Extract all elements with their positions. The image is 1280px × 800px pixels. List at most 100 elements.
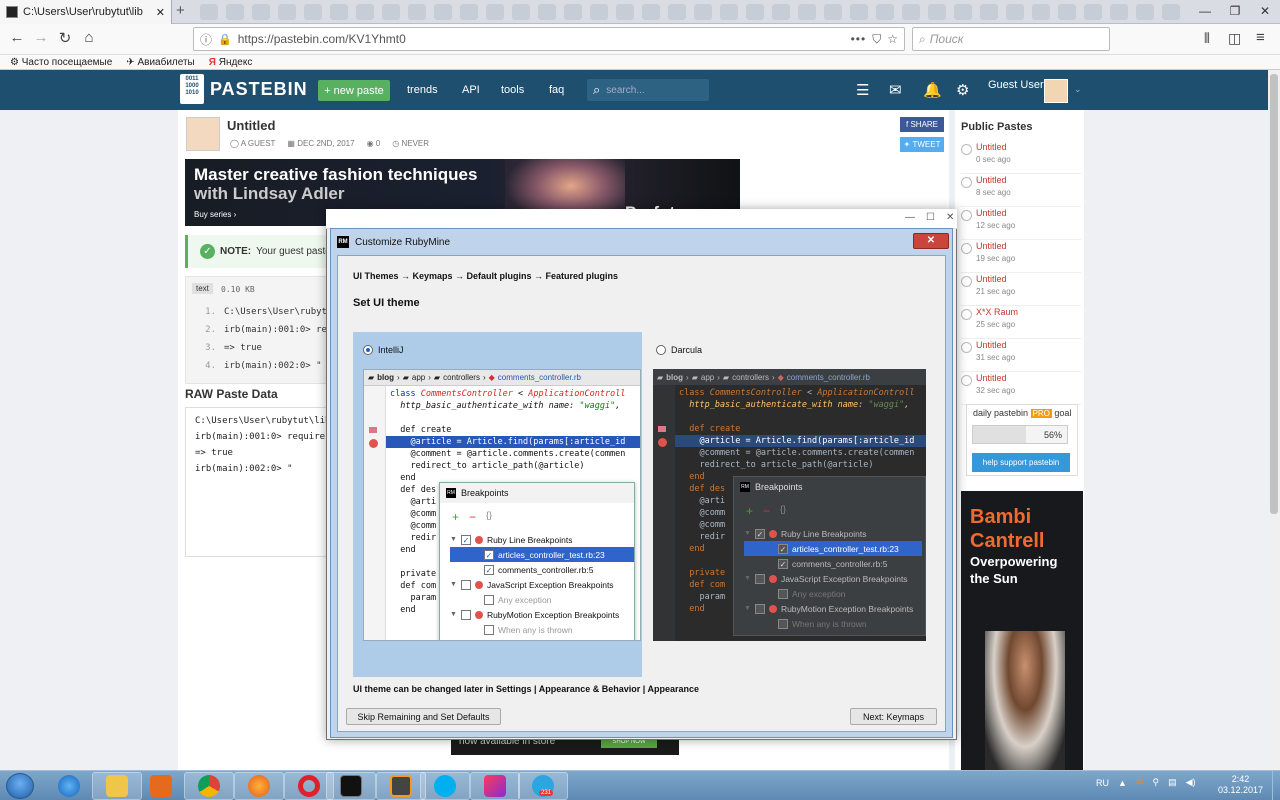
tab-favicon[interactable]	[226, 4, 244, 20]
add-icon[interactable]: +	[452, 510, 459, 524]
taskbar-skype[interactable]	[420, 772, 470, 800]
tab-favicon[interactable]	[252, 4, 270, 20]
banner-cta[interactable]: Buy series ›	[194, 210, 236, 219]
tab-favicon[interactable]	[434, 4, 452, 20]
bp-group-ruby[interactable]: ▼ ✓ Ruby Line Breakpoints	[450, 532, 572, 547]
bookmark-flights[interactable]: ✈ Авиабилеты	[126, 57, 194, 68]
taskbar-explorer[interactable]	[92, 772, 142, 800]
tab-favicon[interactable]	[356, 4, 374, 20]
bookmark-yandex[interactable]: Я Яндекс	[209, 57, 253, 68]
network-icon[interactable]: ▤	[1168, 777, 1177, 788]
nav-tools[interactable]: tools	[501, 84, 524, 96]
taskbar-media[interactable]	[136, 772, 186, 800]
tab-favicon[interactable]	[694, 4, 712, 20]
nav-api[interactable]: API	[462, 84, 480, 96]
bp-group-rubymotion[interactable]: ▼ RubyMotion Exception Breakpoints	[744, 601, 913, 616]
browser-tab-active[interactable]: C:\Users\User\rubytut\lib>irb ✕	[0, 0, 172, 24]
taskbar-sublime[interactable]	[376, 772, 426, 800]
maximize-icon[interactable]: ❐	[1220, 0, 1250, 24]
new-tab-button[interactable]: +	[176, 2, 185, 19]
tab-favicon[interactable]	[330, 4, 348, 20]
group-icon[interactable]: {}	[780, 504, 786, 518]
next-keymaps-button[interactable]: Next: Keymaps	[850, 708, 937, 725]
bp-item[interactable]: ✓ comments_controller.rb:5	[484, 562, 593, 577]
public-paste-item[interactable]: Untitled 0 sec ago	[961, 141, 1081, 174]
tab-favicon[interactable]	[200, 4, 218, 20]
minimize-icon[interactable]: —	[1190, 0, 1220, 24]
sidebar-icon[interactable]: ◫	[1228, 30, 1241, 47]
dialog-close-button[interactable]: ✕	[913, 233, 949, 249]
tab-favicon[interactable]	[512, 4, 530, 20]
close-tab-icon[interactable]: ✕	[156, 6, 165, 19]
darcula-preview[interactable]: ▰ blog › ▰ app › ▰ controllers › ◆ comments_con…	[653, 369, 926, 641]
tab-favicon[interactable]	[642, 4, 660, 20]
tab-favicon[interactable]	[1162, 4, 1180, 20]
taskbar-firefox[interactable]	[234, 772, 284, 800]
tab-favicon[interactable]	[954, 4, 972, 20]
remove-icon[interactable]: −	[763, 504, 770, 518]
url-bar[interactable]: ⓘ 🔒 https://pastebin.com/KV1Yhmt0 ••• ⛉ …	[193, 27, 905, 51]
tab-favicon[interactable]	[1032, 4, 1050, 20]
tab-favicon[interactable]	[876, 4, 894, 20]
pastebin-search-input[interactable]: ⌕ search...	[587, 79, 709, 101]
language-indicator[interactable]: RU	[1096, 778, 1109, 788]
bp-item-selected[interactable]: ✓ articles_controller_test.rb:23	[450, 547, 634, 562]
tab-favicon[interactable]	[1110, 4, 1128, 20]
tab-favicon[interactable]	[616, 4, 634, 20]
pastebin-logo[interactable]: 0011 1000 1010 PASTEBIN	[180, 74, 308, 104]
taskbar-rubymine[interactable]	[470, 772, 520, 800]
help-support-button[interactable]: help support pastebin	[972, 453, 1070, 472]
public-paste-item[interactable]: Untitled 12 sec ago	[961, 207, 1081, 240]
tab-favicon[interactable]	[902, 4, 920, 20]
remove-icon[interactable]: −	[469, 510, 476, 524]
syntax-label[interactable]: text	[192, 283, 213, 294]
bp-item[interactable]: When any is thrown	[778, 616, 867, 631]
tab-favicon[interactable]	[850, 4, 868, 20]
tab-favicon[interactable]	[824, 4, 842, 20]
reload-icon[interactable]: ↻	[54, 29, 76, 47]
skip-remaining-button[interactable]: Skip Remaining and Set Defaults	[346, 708, 501, 725]
gear-icon[interactable]: ⚙	[956, 81, 969, 99]
bp-group-js[interactable]: ▼ JavaScript Exception Breakpoints	[744, 571, 908, 586]
tab-favicon[interactable]	[278, 4, 296, 20]
nav-faq[interactable]: faq	[549, 84, 564, 96]
tab-favicon[interactable]	[486, 4, 504, 20]
page-actions-icon[interactable]: •••	[851, 32, 867, 46]
tab-favicon[interactable]	[980, 4, 998, 20]
close-icon[interactable]: ✕	[946, 212, 954, 223]
public-paste-item[interactable]: Untitled 32 sec ago	[961, 372, 1081, 405]
bp-item[interactable]: ✓ comments_controller.rb:5	[778, 556, 887, 571]
group-icon[interactable]: {}	[486, 510, 492, 524]
intellij-radio[interactable]: IntelliJ	[363, 345, 404, 355]
bp-group-rubymotion[interactable]: ▼ RubyMotion Exception Breakpoints	[450, 607, 619, 622]
scrollbar-thumb[interactable]	[1270, 74, 1278, 514]
bookmark-most-visited[interactable]: ⚙ Часто посещаемые	[10, 57, 112, 68]
tab-favicon[interactable]	[460, 4, 478, 20]
start-button[interactable]	[6, 773, 34, 799]
page-scrollbar[interactable]	[1268, 70, 1280, 770]
intellij-theme-option[interactable]: IntelliJ ▰ blog › ▰ app › ▰ controllers › ◆ com…	[353, 332, 642, 677]
minimize-icon[interactable]: —	[905, 212, 915, 223]
pocket-icon[interactable]: ⛉	[872, 32, 881, 47]
tab-favicon[interactable]	[1058, 4, 1076, 20]
bp-group-ruby[interactable]: ▼ ✓ Ruby Line Breakpoints	[744, 526, 866, 541]
tab-favicon[interactable]	[928, 4, 946, 20]
back-icon[interactable]: ←	[6, 29, 28, 46]
darcula-radio[interactable]: Darcula	[656, 345, 702, 355]
tab-favicon[interactable]	[1006, 4, 1024, 20]
tray-expand-icon[interactable]: ▲	[1118, 778, 1127, 788]
tab-favicon[interactable]	[720, 4, 738, 20]
facebook-share-button[interactable]: f SHARE	[900, 117, 944, 132]
tweet-button[interactable]: ✦ TWEET	[900, 137, 944, 152]
nav-trends[interactable]: trends	[407, 84, 438, 96]
tab-favicon[interactable]	[746, 4, 764, 20]
mail-icon[interactable]: ✉	[889, 81, 902, 99]
tab-favicon[interactable]	[538, 4, 556, 20]
raw-paste-textarea[interactable]: C:\Users\User\rubytut\lib irb(main):001:…	[185, 407, 330, 557]
bp-item-selected[interactable]: ✓ articles_controller_test.rb:23	[744, 541, 922, 556]
info-icon[interactable]: ⓘ	[200, 31, 212, 48]
show-desktop-button[interactable]	[1272, 771, 1280, 800]
forward-icon[interactable]: →	[30, 29, 52, 46]
taskbar-cmd[interactable]	[326, 772, 376, 800]
bp-item[interactable]: When any is thrown	[484, 622, 573, 637]
